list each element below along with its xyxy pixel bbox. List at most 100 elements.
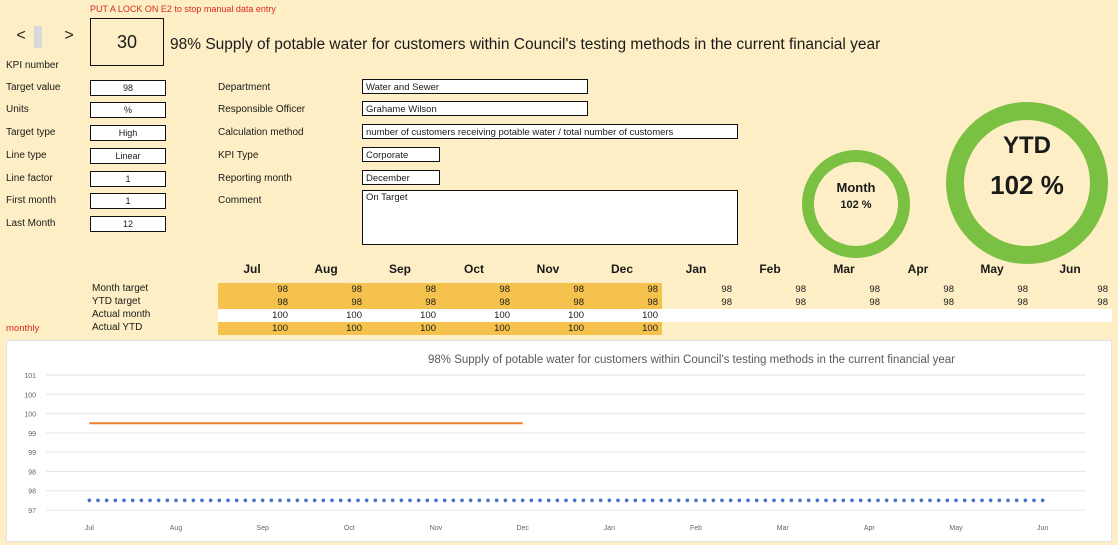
chart-target-point xyxy=(633,498,638,503)
table-cell[interactable] xyxy=(736,309,810,322)
table-cell[interactable]: 98 xyxy=(366,296,440,309)
table-cell[interactable]: 98 xyxy=(366,283,440,296)
table-cell[interactable]: 98 xyxy=(514,283,588,296)
table-cell[interactable]: 98 xyxy=(218,296,292,309)
chart-target-point xyxy=(884,498,889,503)
kpi-type-field[interactable]: Corporate xyxy=(362,147,440,162)
chart-target-point xyxy=(538,498,542,503)
target-value-label: Target value xyxy=(6,82,61,93)
chart-target-point xyxy=(460,498,464,503)
chart-target-point xyxy=(512,498,516,503)
table-cell[interactable]: 100 xyxy=(440,309,514,322)
table-cell[interactable]: 100 xyxy=(366,322,440,335)
table-cell[interactable] xyxy=(662,322,736,335)
chart-target-point xyxy=(373,498,378,503)
chart-target-point xyxy=(720,498,724,503)
chart-target-point xyxy=(936,498,941,503)
target-value-field[interactable]: 98 xyxy=(90,80,166,96)
chart-y-tick-label: 100 xyxy=(24,412,36,419)
chart-target-point xyxy=(928,498,932,503)
chart-target-point xyxy=(702,498,707,503)
table-cell[interactable]: 98 xyxy=(736,296,810,309)
table-cell[interactable]: 100 xyxy=(588,322,662,335)
table-cell[interactable]: 98 xyxy=(440,283,514,296)
chart-target-point xyxy=(416,498,421,503)
table-cell[interactable] xyxy=(958,309,1032,322)
reporting-month-label: Reporting month xyxy=(218,173,292,184)
last-month-field[interactable]: 12 xyxy=(90,216,166,232)
table-cell[interactable]: 100 xyxy=(218,322,292,335)
table-cell[interactable] xyxy=(662,309,736,322)
department-label: Department xyxy=(218,82,271,93)
table-cell[interactable]: 98 xyxy=(736,283,810,296)
table-cell[interactable]: 100 xyxy=(514,322,588,335)
table-cell[interactable]: 98 xyxy=(662,283,736,296)
table-cell[interactable] xyxy=(884,309,958,322)
table-cell[interactable]: 98 xyxy=(588,296,662,309)
line-type-field[interactable]: Linear xyxy=(90,148,166,164)
chart-target-point xyxy=(867,498,872,503)
table-cell[interactable]: 98 xyxy=(588,283,662,296)
table-cell[interactable] xyxy=(1032,309,1112,322)
chart-target-point xyxy=(685,498,690,503)
table-cell[interactable]: 100 xyxy=(514,309,588,322)
table-month-header: May xyxy=(980,262,1004,276)
table-cell[interactable]: 98 xyxy=(292,296,366,309)
chart-x-tick-label: May xyxy=(949,525,963,532)
chart-target-point xyxy=(824,498,828,503)
table-cell[interactable] xyxy=(810,309,884,322)
table-cell[interactable]: 100 xyxy=(292,322,366,335)
table-cell[interactable]: 98 xyxy=(514,296,588,309)
monthly-label: monthly xyxy=(6,323,40,334)
chart-target-point xyxy=(217,498,222,503)
chart-target-point xyxy=(694,498,698,503)
responsible-officer-field[interactable]: Grahame Wilson xyxy=(362,101,588,116)
target-type-field[interactable]: High xyxy=(90,125,166,141)
kpi-number-field[interactable]: 30 xyxy=(90,18,164,66)
table-cell[interactable]: 98 xyxy=(884,296,958,309)
table-cell[interactable]: 100 xyxy=(440,322,514,335)
calculation-method-field[interactable]: number of customers receiving potable wa… xyxy=(362,124,738,139)
table-cell[interactable]: 98 xyxy=(1032,296,1112,309)
chart-x-tick-label: Jun xyxy=(1037,525,1048,532)
table-cell[interactable]: 98 xyxy=(292,283,366,296)
line-factor-field[interactable]: 1 xyxy=(90,171,166,187)
table-cell[interactable] xyxy=(1032,322,1112,335)
table-cell[interactable] xyxy=(810,322,884,335)
table-cell[interactable]: 98 xyxy=(884,283,958,296)
table-cell[interactable]: 98 xyxy=(218,283,292,296)
table-cell[interactable] xyxy=(736,322,810,335)
table-cell[interactable]: 100 xyxy=(366,309,440,322)
line-factor-label: Line factor xyxy=(6,173,53,184)
units-field[interactable]: % xyxy=(90,102,166,118)
table-cell[interactable]: 98 xyxy=(810,296,884,309)
table-cell[interactable]: 98 xyxy=(958,296,1032,309)
table-cell[interactable]: 100 xyxy=(292,309,366,322)
table-cell[interactable] xyxy=(884,322,958,335)
line-type-label: Line type xyxy=(6,150,47,161)
table-cell[interactable]: 100 xyxy=(588,309,662,322)
department-field[interactable]: Water and Sewer xyxy=(362,79,588,94)
kpi-scrollbar-thumb[interactable] xyxy=(34,26,42,48)
chart-target-point xyxy=(451,498,456,503)
previous-kpi-button[interactable]: < xyxy=(12,26,30,46)
table-cell[interactable]: 98 xyxy=(1032,283,1112,296)
ytd-target-row-label: YTD target xyxy=(92,296,141,307)
chart-target-point xyxy=(321,498,326,503)
table-cell[interactable]: 98 xyxy=(958,283,1032,296)
chart-target-point xyxy=(598,498,603,503)
next-kpi-button[interactable]: > xyxy=(60,26,78,46)
comment-field[interactable]: On Target xyxy=(362,190,738,245)
chart-target-point xyxy=(850,498,854,503)
table-cell[interactable]: 98 xyxy=(662,296,736,309)
table-cell[interactable]: 100 xyxy=(218,309,292,322)
table-cell[interactable] xyxy=(958,322,1032,335)
first-month-field[interactable]: 1 xyxy=(90,193,166,209)
ytd-gauge-value: 102 % xyxy=(990,170,1064,200)
chart-x-tick-label: Jan xyxy=(604,525,615,532)
chart-y-tick-label: 98 xyxy=(28,469,36,476)
table-cell[interactable]: 98 xyxy=(810,283,884,296)
reporting-month-field[interactable]: December xyxy=(362,170,440,185)
table-month-header: Sep xyxy=(388,262,411,276)
table-cell[interactable]: 98 xyxy=(440,296,514,309)
